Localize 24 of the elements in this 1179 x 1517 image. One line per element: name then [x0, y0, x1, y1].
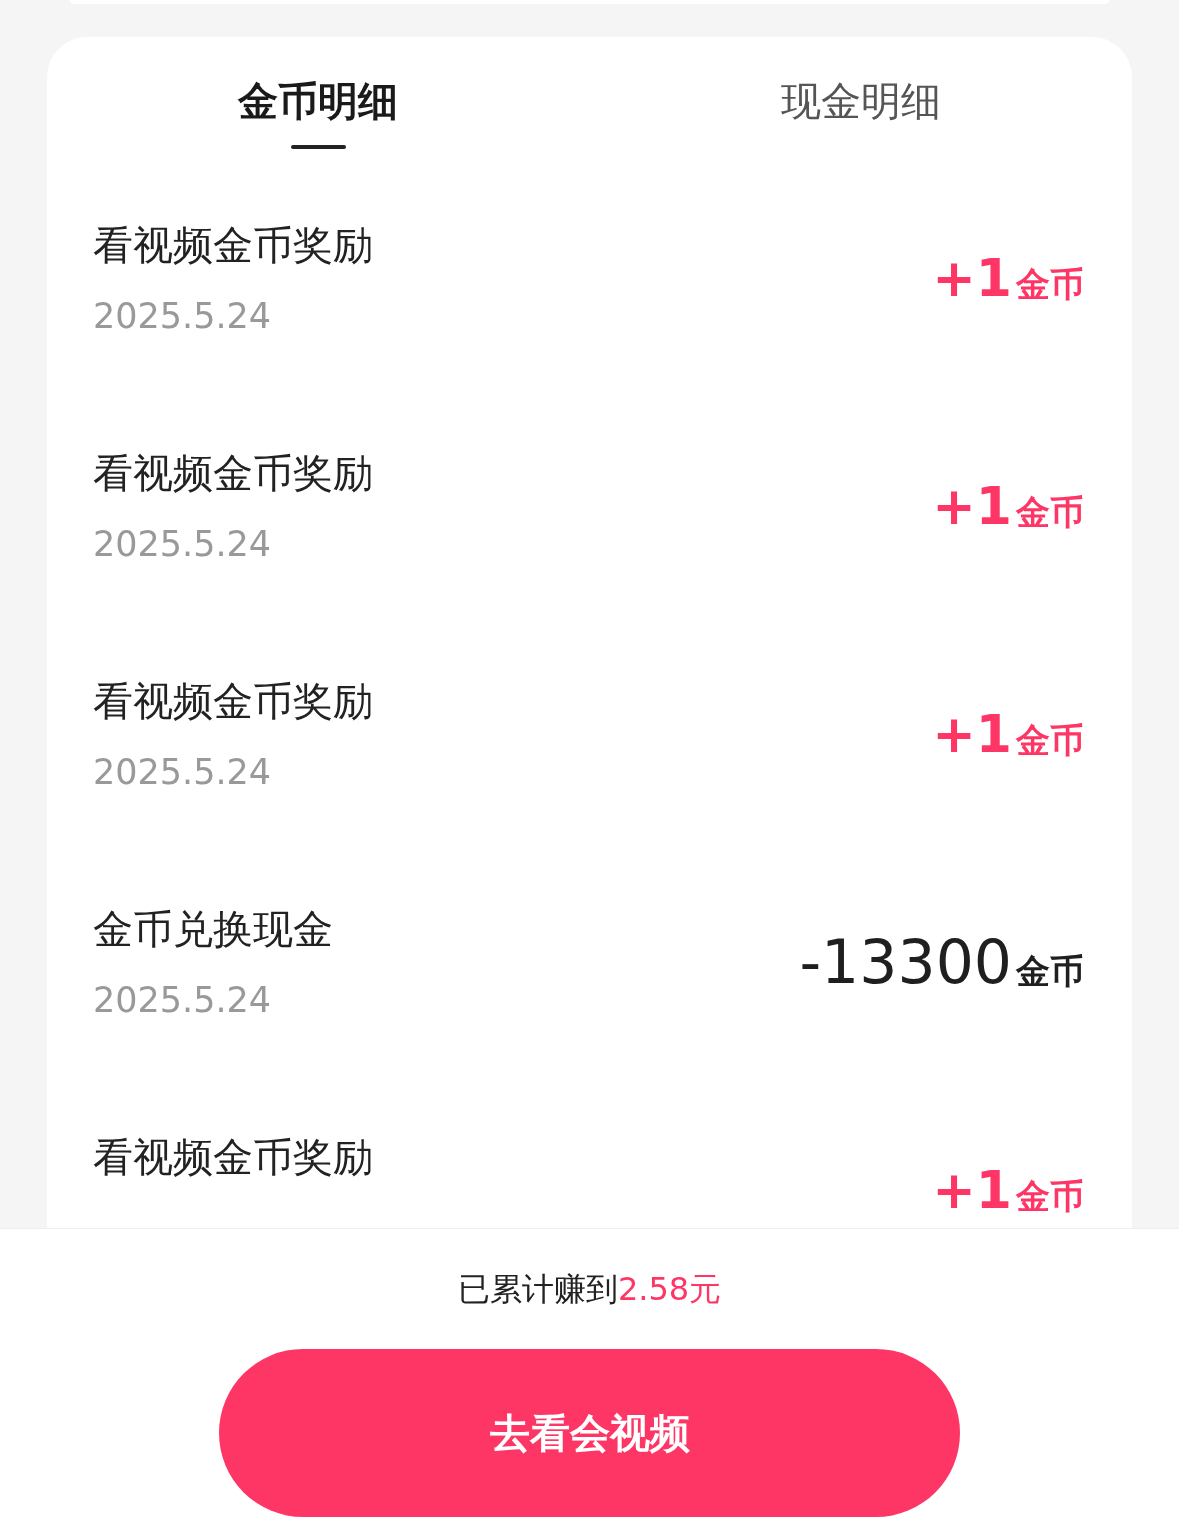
amount-unit: 金币 [1016, 491, 1084, 534]
record-date: 2025.5.24 [93, 295, 273, 336]
amount-unit: 金币 [1016, 1175, 1084, 1218]
amount-value: +1 [932, 1159, 1012, 1222]
record-date: 2025.5.24 [93, 979, 273, 1020]
record-title: 看视频金币奖励 [93, 676, 373, 725]
amount-unit: 金币 [1016, 950, 1084, 993]
summary-value: 2.58元 [617, 1269, 722, 1310]
summary-label: 已累计赚到 [457, 1269, 618, 1310]
amount-value: +1 [932, 247, 1012, 310]
amount-value: +1 [932, 703, 1012, 766]
amount-unit: 金币 [1016, 719, 1084, 762]
amount-unit: 金币 [1016, 263, 1084, 306]
watch-video-button[interactable]: 去看会视频 [219, 1349, 960, 1517]
record-title: 金币兑换现金 [93, 904, 333, 953]
amount-value: -13300 [799, 926, 1012, 999]
record-title: 看视频金币奖励 [93, 448, 373, 497]
tab[interactable]: 金币明细 [47, 37, 590, 164]
record-title: 看视频金币奖励 [93, 1132, 373, 1181]
record-title: 看视频金币奖励 [93, 220, 373, 269]
tab[interactable]: 现金明细 [589, 37, 1132, 164]
record-date: 2025.5.24 [93, 751, 273, 792]
record-date: 2025.5.24 [93, 523, 273, 564]
amount-value: +1 [932, 475, 1012, 538]
